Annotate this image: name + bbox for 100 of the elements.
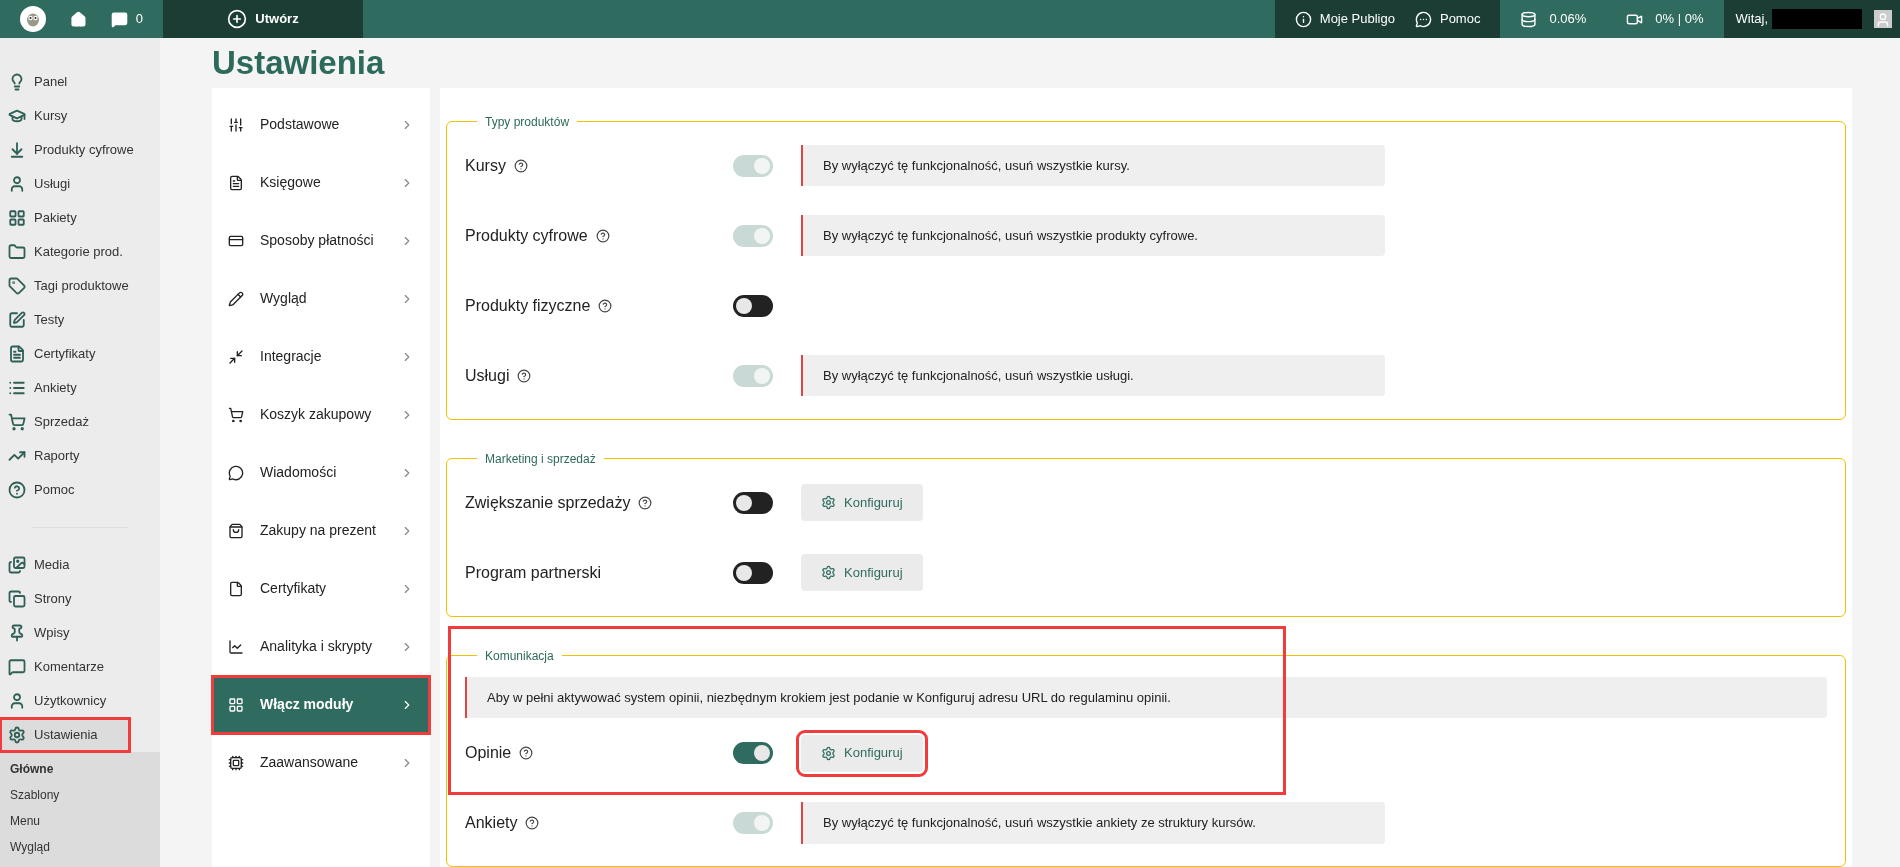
graduation-cap-icon bbox=[8, 107, 26, 125]
sidebar-item[interactable]: Komentarze bbox=[0, 650, 130, 684]
configure-button[interactable]: Konfiguruj bbox=[801, 484, 923, 521]
setting-label: Ankiety bbox=[465, 813, 518, 833]
page-title: Ustawienia bbox=[212, 43, 386, 83]
toggle-switch[interactable] bbox=[733, 561, 773, 584]
pin-icon bbox=[8, 624, 26, 642]
chat-icon bbox=[228, 464, 244, 481]
help-icon[interactable] bbox=[519, 746, 534, 760]
sidebar-item[interactable]: Panel bbox=[0, 65, 130, 99]
toggle-switch[interactable] bbox=[733, 742, 773, 764]
section-legend: Komunikacja bbox=[477, 646, 562, 665]
submenu-link[interactable]: Menu bbox=[0, 808, 160, 834]
help-icon[interactable] bbox=[638, 495, 653, 510]
toggle-switch[interactable] bbox=[733, 491, 773, 514]
sidebar-item[interactable]: Kategorie prod. bbox=[0, 235, 130, 269]
database-icon bbox=[1520, 10, 1538, 28]
gear-icon bbox=[821, 565, 836, 580]
settings-icon bbox=[8, 726, 26, 744]
settings-menu-item[interactable]: Włącz moduły bbox=[212, 675, 430, 734]
topbar-link[interactable]: Moje Publigo bbox=[1294, 9, 1395, 29]
settings-menu-item[interactable]: Wiadomości bbox=[212, 443, 430, 502]
grid-icon bbox=[228, 696, 244, 713]
setting-label: Produkty fizyczne bbox=[465, 295, 591, 316]
cart-icon bbox=[8, 413, 26, 431]
owl-logo[interactable] bbox=[20, 6, 46, 32]
sidebar-item[interactable]: Usługi bbox=[0, 167, 130, 201]
sidebar-item[interactable]: Wpisy bbox=[0, 616, 130, 650]
sidebar-item[interactable]: Tagi produktowe bbox=[0, 269, 130, 303]
download-icon bbox=[8, 141, 26, 159]
list-icon bbox=[8, 379, 26, 397]
notice-message: Aby w pełni aktywować system opinii, niezbędnym krokiem jest podanie w Konfiguruj adresu URL do regulaminu opinii. bbox=[465, 676, 1827, 718]
arrows-inward-icon bbox=[228, 348, 244, 365]
setting-label: Produkty cyfrowe bbox=[465, 225, 588, 246]
media-icon bbox=[8, 556, 26, 574]
plus-icon bbox=[227, 9, 248, 29]
notice-message: By wyłączyć tę funkcjonalność, usuń wszystkie ankiety ze struktury kursów. bbox=[801, 802, 1385, 844]
sidebar-item[interactable]: Certyfikaty bbox=[0, 337, 130, 371]
sidebar-item[interactable]: Strony bbox=[0, 582, 130, 616]
topbar-link[interactable]: Pomoc bbox=[1414, 9, 1481, 29]
settings-menu-item[interactable]: Sposoby płatności bbox=[212, 211, 430, 270]
setting-label: Zwiększanie sprzedaży bbox=[465, 492, 631, 513]
chip-icon bbox=[228, 754, 244, 771]
submenu-link[interactable]: Szablony bbox=[0, 782, 160, 808]
comment-icon[interactable] bbox=[110, 10, 128, 28]
chart-icon bbox=[228, 638, 244, 655]
settings-menu-item[interactable]: Koszyk zakupowy bbox=[212, 385, 430, 444]
video-usage: 0% | 0% bbox=[1655, 10, 1704, 29]
document-icon bbox=[8, 345, 26, 363]
sidebar-item[interactable]: Media bbox=[0, 548, 130, 582]
notice-message: By wyłączyć tę funkcjonalność, usuń wszystkie kursy. bbox=[801, 144, 1385, 187]
settings-menu-item[interactable]: Podstawowe bbox=[212, 95, 430, 154]
sidebar-item[interactable]: Ankiety bbox=[0, 371, 130, 405]
help-icon[interactable] bbox=[598, 298, 613, 313]
toggle-switch[interactable] bbox=[733, 294, 773, 317]
document-icon bbox=[228, 174, 244, 191]
help-icon bbox=[8, 481, 26, 499]
grid-icon bbox=[8, 209, 26, 227]
sidebar-item[interactable]: Sprzedaż bbox=[0, 405, 130, 439]
comment-count: 0 bbox=[135, 10, 143, 29]
settings-menu-item[interactable]: Analityka i skrypty bbox=[212, 617, 430, 676]
setting-label: Kursy bbox=[465, 155, 506, 176]
folder-icon bbox=[8, 243, 26, 261]
gear-icon bbox=[821, 495, 836, 510]
sidebar-item[interactable]: Pomoc bbox=[0, 473, 130, 507]
person-icon bbox=[8, 175, 26, 193]
sliders-icon bbox=[228, 116, 244, 133]
create-button[interactable]: Utwórz bbox=[163, 0, 363, 38]
settings-menu-item[interactable]: Zakupy na prezent bbox=[212, 501, 430, 560]
configure-button[interactable]: Konfiguruj bbox=[801, 554, 923, 591]
submenu-link[interactable]: Wygląd bbox=[0, 834, 160, 860]
settings-menu-item[interactable]: Certyfikaty bbox=[212, 559, 430, 618]
cart-icon bbox=[228, 406, 244, 423]
notice-message: By wyłączyć tę funkcjonalność, usuń wszystkie produkty cyfrowe. bbox=[801, 214, 1385, 257]
sidebar-item[interactable]: Testy bbox=[0, 303, 130, 337]
setting-label: Opinie bbox=[465, 743, 512, 763]
sidebar-item[interactable]: Ustawienia bbox=[0, 718, 130, 752]
sidebar-item[interactable]: Użytkownicy bbox=[0, 684, 130, 718]
submenu-link[interactable]: Główne bbox=[0, 756, 160, 782]
bag-icon bbox=[228, 522, 244, 539]
section-legend: Typy produktów bbox=[477, 112, 578, 131]
settings-menu-item[interactable]: Księgowe bbox=[212, 153, 430, 212]
edit-icon bbox=[8, 311, 26, 329]
home-icon[interactable] bbox=[69, 10, 87, 28]
sidebar-item[interactable]: Kursy bbox=[0, 99, 130, 133]
info-icon bbox=[1294, 10, 1312, 28]
storage-usage: 0.06% bbox=[1549, 10, 1587, 29]
pages-icon bbox=[8, 590, 26, 608]
settings-menu-item[interactable]: Zaawansowane bbox=[212, 733, 430, 792]
section-legend: Marketing i sprzedaż bbox=[477, 449, 604, 468]
file-icon bbox=[228, 580, 244, 597]
sidebar-item[interactable]: Pakiety bbox=[0, 201, 130, 235]
pencil-icon bbox=[228, 290, 244, 307]
sidebar-item[interactable]: Raporty bbox=[0, 439, 130, 473]
notice-message: By wyłączyć tę funkcjonalność, usuń wszystkie usługi. bbox=[801, 354, 1385, 397]
settings-menu-item[interactable]: Wygląd bbox=[212, 269, 430, 328]
chat-icon bbox=[1414, 10, 1432, 28]
settings-menu-item[interactable]: Integracje bbox=[212, 327, 430, 386]
tag-icon bbox=[8, 277, 26, 295]
gear-icon bbox=[821, 745, 836, 761]
